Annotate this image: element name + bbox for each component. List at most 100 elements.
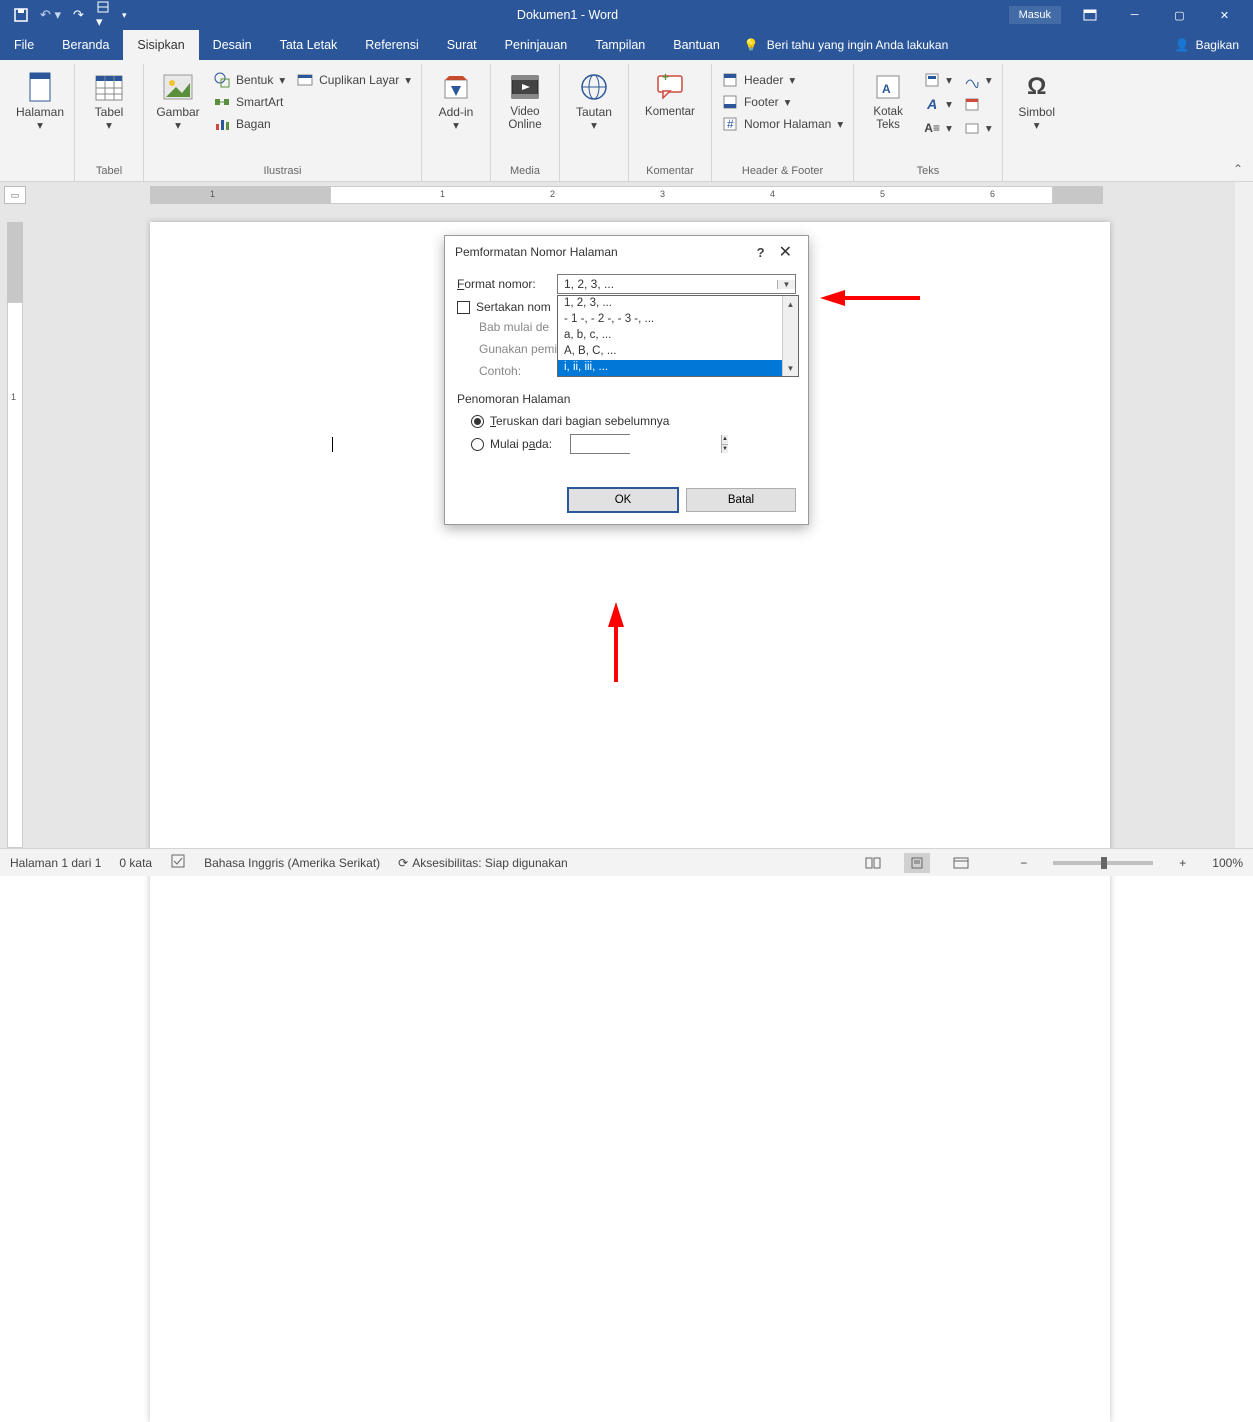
quick-access-toolbar: ↶ ▾ ↷ ▾ ▾: [6, 0, 126, 30]
vertical-scrollbar[interactable]: [1235, 182, 1253, 848]
symbol-button[interactable]: Ω Simbol▾: [1009, 68, 1065, 135]
spin-up-icon[interactable]: ▲: [722, 435, 728, 445]
save-icon[interactable]: [14, 8, 28, 22]
comment-button[interactable]: + Komentar: [635, 68, 705, 121]
chart-button[interactable]: Bagan: [210, 114, 289, 134]
minimize-icon[interactable]: ─: [1112, 0, 1157, 30]
maximize-icon[interactable]: ▢: [1157, 0, 1202, 30]
printlayout-view-icon[interactable]: [904, 853, 930, 873]
dialog-close-icon[interactable]: ✕: [773, 242, 798, 262]
links-label: Tautan: [576, 105, 612, 119]
weblayout-view-icon[interactable]: [948, 853, 974, 873]
horizontal-ruler[interactable]: 1 1 2 3 4 5 6: [150, 186, 1103, 204]
format-number-combo[interactable]: 1, 2, 3, ... ▼: [557, 274, 796, 294]
format-option[interactable]: a, b, c, ...: [558, 328, 798, 344]
status-spellcheck-icon[interactable]: [170, 853, 186, 872]
group-illustrations-label: Ilustrasi: [150, 162, 415, 181]
zoom-in-button[interactable]: +: [1179, 856, 1186, 870]
lightbulb-icon: 💡: [744, 38, 759, 52]
include-chapter-checkbox[interactable]: [457, 301, 470, 314]
tab-home[interactable]: Beranda: [48, 30, 123, 60]
tab-layout[interactable]: Tata Letak: [266, 30, 352, 60]
symbol-label: Simbol: [1018, 105, 1055, 119]
signin-button[interactable]: Masuk: [1009, 6, 1061, 24]
touchmode-icon[interactable]: ▾: [96, 0, 110, 30]
share-button[interactable]: 👤 Bagikan: [1161, 30, 1253, 60]
links-button[interactable]: Tautan▾: [566, 68, 622, 135]
pictures-button[interactable]: Gambar▾: [150, 68, 206, 135]
wordart-button[interactable]: A▾: [920, 94, 956, 114]
object-button[interactable]: ▾: [960, 118, 996, 138]
signature-button[interactable]: ▾: [960, 70, 996, 90]
readmode-view-icon[interactable]: [860, 853, 886, 873]
tell-me-label: Beri tahu yang ingin Anda lakukan: [767, 38, 948, 52]
smartart-label: SmartArt: [236, 95, 283, 109]
screenshot-button[interactable]: Cuplikan Layar ▾: [293, 70, 415, 90]
status-language[interactable]: Bahasa Inggris (Amerika Serikat): [204, 856, 380, 870]
smartart-button[interactable]: SmartArt: [210, 92, 289, 112]
tab-insert[interactable]: Sisipkan: [123, 30, 198, 60]
dropdown-scrollbar[interactable]: ▲ ▼: [782, 296, 798, 376]
onlinevideo-button[interactable]: Video Online: [497, 68, 553, 134]
tab-help[interactable]: Bantuan: [659, 30, 734, 60]
group-symbols-label: [1009, 162, 1065, 181]
shapes-button[interactable]: Bentuk ▾: [210, 70, 289, 90]
textbox-button[interactable]: A Kotak Teks: [860, 68, 916, 134]
footer-button[interactable]: Footer ▾: [718, 92, 847, 112]
collapse-ribbon-icon[interactable]: ⌃: [1233, 162, 1243, 176]
scroll-up-icon[interactable]: ▲: [783, 296, 798, 312]
scroll-down-icon[interactable]: ▼: [783, 360, 798, 376]
undo-icon[interactable]: ↶ ▾: [40, 7, 61, 23]
spin-down-icon[interactable]: ▼: [722, 445, 728, 454]
header-label: Header: [744, 73, 783, 87]
pagenumber-label: Nomor Halaman: [744, 117, 831, 131]
dropcap-button[interactable]: A≡▾: [920, 118, 956, 138]
tab-file[interactable]: File: [0, 30, 48, 60]
startat-radio[interactable]: [471, 438, 484, 451]
format-option[interactable]: 1, 2, 3, ...: [558, 296, 798, 312]
redo-icon[interactable]: ↷: [73, 7, 84, 23]
quickparts-button[interactable]: ▾: [920, 70, 956, 90]
group-links-label: [566, 162, 622, 181]
continue-radio[interactable]: [471, 415, 484, 428]
pagenumber-button[interactable]: #Nomor Halaman ▾: [718, 114, 847, 134]
pages-button[interactable]: Halaman▾: [12, 68, 68, 135]
annotation-arrow-right: [820, 290, 920, 306]
cancel-button[interactable]: Batal: [686, 488, 796, 512]
ribbon-display-icon[interactable]: [1067, 0, 1112, 30]
ruler-num: 3: [660, 189, 665, 199]
dialog-help-icon[interactable]: ?: [749, 245, 773, 260]
dialog-title: Pemformatan Nomor Halaman: [455, 245, 618, 259]
status-wordcount[interactable]: 0 kata: [119, 856, 152, 870]
tab-review[interactable]: Peninjauan: [491, 30, 582, 60]
ok-button[interactable]: OK: [568, 488, 678, 512]
zoom-out-button[interactable]: −: [1020, 856, 1027, 870]
startat-spinner[interactable]: ▲▼: [570, 434, 630, 454]
tab-view[interactable]: Tampilan: [581, 30, 659, 60]
close-icon[interactable]: ✕: [1202, 0, 1247, 30]
tab-mailings[interactable]: Surat: [433, 30, 491, 60]
datetime-button[interactable]: [960, 94, 996, 114]
format-option-selected[interactable]: i, ii, iii, ...: [558, 360, 798, 376]
status-accessibility[interactable]: ⟳Aksesibilitas: Siap digunakan: [398, 856, 568, 870]
table-button[interactable]: Tabel▾: [81, 68, 137, 135]
include-chapter-label: Sertakan nom: [476, 300, 551, 314]
format-option[interactable]: A, B, C, ...: [558, 344, 798, 360]
chevron-down-icon[interactable]: ▼: [777, 280, 795, 289]
group-addins-label: [428, 162, 484, 181]
ruler-corner[interactable]: ▭: [4, 186, 26, 204]
addins-button[interactable]: Add-in▾: [428, 68, 484, 135]
tell-me-search[interactable]: 💡 Beri tahu yang ingin Anda lakukan: [734, 30, 958, 60]
tab-references[interactable]: Referensi: [351, 30, 433, 60]
status-page[interactable]: Halaman 1 dari 1: [10, 856, 101, 870]
vertical-ruler[interactable]: 1: [4, 222, 26, 848]
startat-input[interactable]: [571, 435, 721, 453]
tab-design[interactable]: Desain: [199, 30, 266, 60]
svg-text:#: #: [727, 117, 734, 131]
zoom-level[interactable]: 100%: [1212, 856, 1243, 870]
format-option[interactable]: - 1 -, - 2 -, - 3 -, ...: [558, 312, 798, 328]
header-button[interactable]: Header ▾: [718, 70, 847, 90]
format-dropdown-list[interactable]: 1, 2, 3, ... - 1 -, - 2 -, - 3 -, ... a,…: [557, 295, 799, 377]
dialog-titlebar[interactable]: Pemformatan Nomor Halaman ? ✕: [445, 236, 808, 268]
zoom-slider[interactable]: [1053, 861, 1153, 865]
